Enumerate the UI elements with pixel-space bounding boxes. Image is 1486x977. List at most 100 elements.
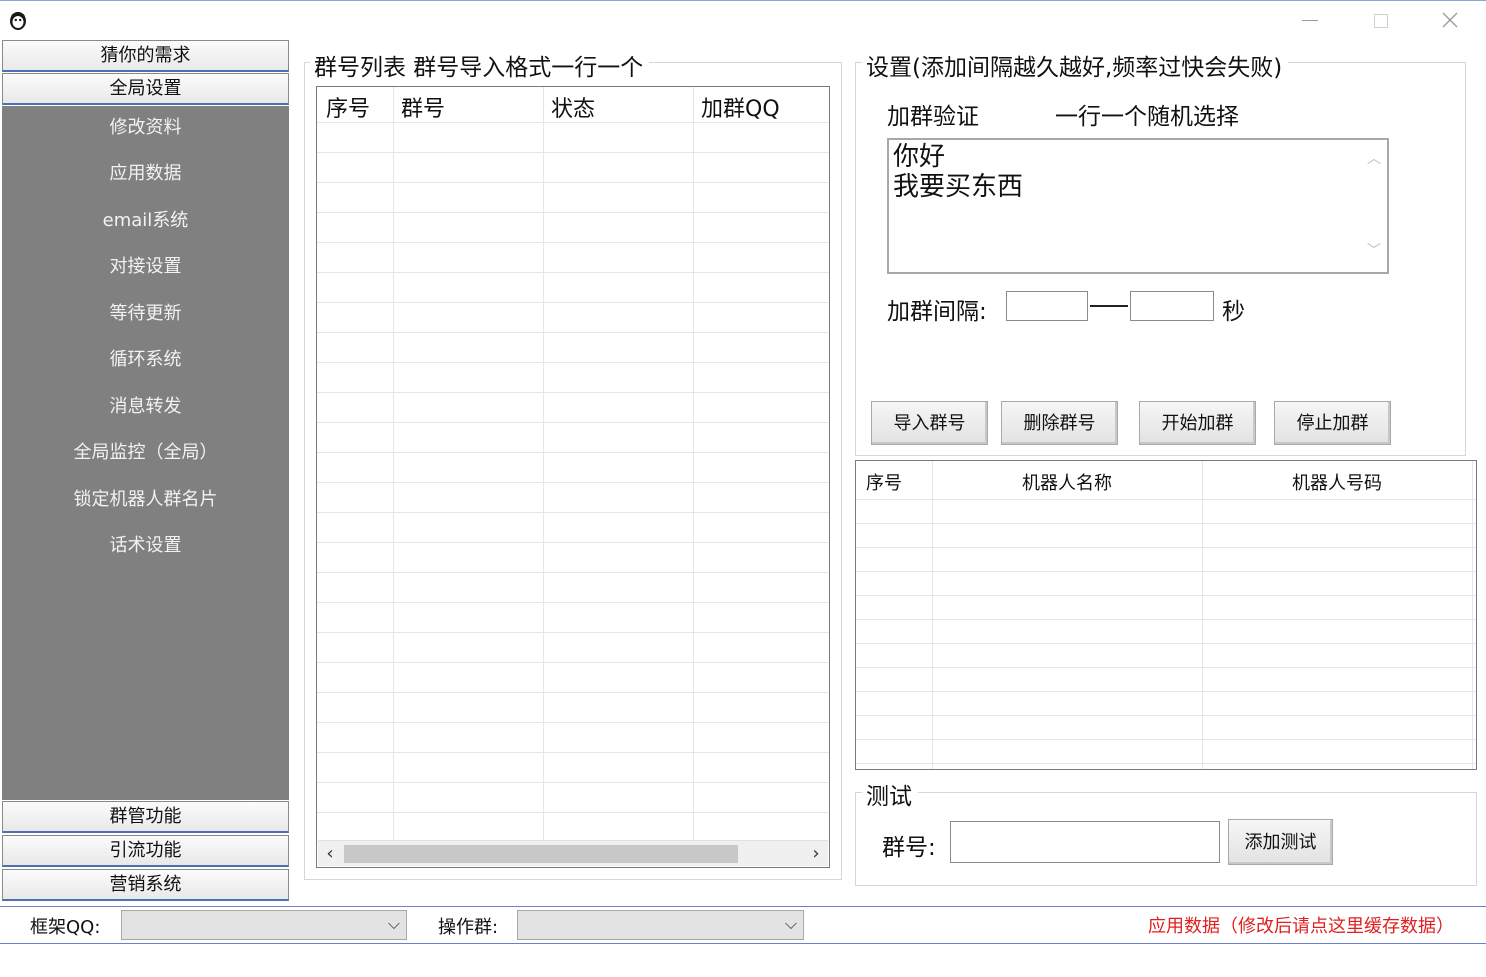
col-header-index[interactable]: 序号 <box>326 91 370 123</box>
grid-row-line <box>317 692 829 693</box>
grid-row-line <box>856 691 1476 692</box>
nav-item-email[interactable]: email系统 <box>2 201 289 241</box>
grid-row-line <box>317 602 829 603</box>
nav-header-global-settings[interactable]: 全局设置 <box>2 73 289 105</box>
close-button[interactable] <box>1430 5 1470 35</box>
horizontal-scrollbar[interactable]: ‹ › <box>318 840 828 866</box>
apply-data-link[interactable]: 应用数据（修改后请点这里缓存数据） <box>1148 912 1454 938</box>
add-test-button[interactable]: 添加测试 <box>1228 819 1333 865</box>
grid-row-line <box>317 662 829 663</box>
op-group-select[interactable]: ⌵ <box>517 910 804 940</box>
interval-min-input[interactable] <box>1006 291 1088 321</box>
nav-item-pending-update[interactable]: 等待更新 <box>2 294 289 334</box>
nav-item-app-data[interactable]: 应用数据 <box>2 154 289 194</box>
grid-row-line <box>317 512 829 513</box>
interval-label: 加群间隔: <box>887 299 987 325</box>
col-header-index[interactable]: 序号 <box>866 469 902 495</box>
grid-row-line <box>317 332 829 333</box>
test-group-input[interactable] <box>950 821 1220 863</box>
interval-max-input[interactable] <box>1130 291 1214 321</box>
col-header-robot-number[interactable]: 机器人号码 <box>1292 469 1382 495</box>
grid-row-line <box>317 182 829 183</box>
title-bar <box>0 0 1486 38</box>
settings-title: 设置(添加间隔越久越好,频率过快会失败) <box>862 48 1289 82</box>
chevron-down-icon: ⌵ <box>387 914 400 933</box>
grid-line <box>932 461 933 769</box>
grid-row-line <box>317 812 829 813</box>
grid-line <box>693 87 694 847</box>
nav-item-integration[interactable]: 对接设置 <box>2 247 289 287</box>
nav-item-scripts[interactable]: 话术设置 <box>2 526 289 566</box>
delete-groups-button[interactable]: 删除群号 <box>1001 401 1118 445</box>
nav-header-group-manage[interactable]: 群管功能 <box>2 801 289 833</box>
grid-line <box>1472 461 1473 769</box>
grid-row-line <box>856 595 1476 596</box>
nav-header-guess[interactable]: 猜你的需求 <box>2 40 289 72</box>
grid-row-line <box>856 547 1476 548</box>
grid-row-line <box>317 452 829 453</box>
grid-line <box>393 87 394 847</box>
grid-row-line <box>317 242 829 243</box>
grid-row-line <box>317 752 829 753</box>
grid-row-line <box>317 272 829 273</box>
frame-qq-select[interactable]: ⌵ <box>121 910 407 940</box>
verify-textarea[interactable]: 你好 我要买东西 ︿ ﹀ <box>887 138 1389 274</box>
interval-dash <box>1090 305 1128 307</box>
nav-item-edit-profile[interactable]: 修改资料 <box>2 108 289 148</box>
col-header-group-no[interactable]: 群号 <box>401 91 445 123</box>
scroll-thumb[interactable] <box>344 845 738 863</box>
chevron-down-icon: ⌵ <box>784 914 797 933</box>
col-header-join-qq[interactable]: 加群QQ <box>701 91 780 123</box>
group-list-grid[interactable]: 序号 群号 状态 加群QQ <box>316 86 830 868</box>
grid-row-line <box>317 122 829 123</box>
start-join-button[interactable]: 开始加群 <box>1139 401 1256 445</box>
grid-line <box>1202 461 1203 769</box>
grid-row-line <box>856 643 1476 644</box>
grid-row-line <box>317 152 829 153</box>
op-group-label: 操作群: <box>438 917 499 938</box>
grid-row-line <box>856 571 1476 572</box>
nav-header-marketing[interactable]: 营销系统 <box>2 869 289 901</box>
grid-row-line <box>317 302 829 303</box>
nav-item-global-monitor[interactable]: 全局监控（全局） <box>2 433 289 473</box>
robot-grid[interactable]: 序号 机器人名称 机器人号码 <box>855 460 1477 770</box>
grid-row-line <box>317 782 829 783</box>
scroll-right-icon[interactable]: › <box>804 841 828 867</box>
test-title: 测试 <box>862 777 918 811</box>
nav-item-lock-card[interactable]: 锁定机器人群名片 <box>2 480 289 520</box>
grid-row-line <box>317 392 829 393</box>
grid-row-line <box>856 499 1476 500</box>
chevron-up-icon[interactable]: ︿ <box>1367 144 1381 174</box>
grid-row-line <box>317 722 829 723</box>
scroll-left-icon[interactable]: ‹ <box>318 841 342 867</box>
close-icon <box>1442 12 1458 28</box>
verify-line: 我要买东西 <box>893 172 1024 202</box>
grid-row-line <box>317 422 829 423</box>
group-list-title: 群号列表 群号导入格式一行一个 <box>310 48 650 82</box>
maximize-button[interactable] <box>1360 5 1400 35</box>
grid-row-line <box>856 667 1476 668</box>
col-header-status[interactable]: 状态 <box>551 91 595 123</box>
nav-panel: 修改资料 应用数据 email系统 对接设置 等待更新 循环系统 消息转发 全局… <box>2 106 289 800</box>
grid-row-line <box>856 739 1476 740</box>
grid-line <box>543 87 544 847</box>
nav-item-forward[interactable]: 消息转发 <box>2 387 289 427</box>
grid-row-line <box>856 715 1476 716</box>
grid-row-line <box>317 542 829 543</box>
grid-row-line <box>317 212 829 213</box>
chevron-down-icon[interactable]: ﹀ <box>1367 236 1381 266</box>
nav-item-loop-system[interactable]: 循环系统 <box>2 340 289 380</box>
interval-unit: 秒 <box>1222 299 1245 325</box>
import-groups-button[interactable]: 导入群号 <box>871 401 988 445</box>
frame-qq-label: 框架QQ: <box>30 917 101 938</box>
nav-header-traffic[interactable]: 引流功能 <box>2 835 289 867</box>
verify-hint: 一行一个随机选择 <box>1055 104 1239 130</box>
stop-join-button[interactable]: 停止加群 <box>1274 401 1391 445</box>
grid-row-line <box>317 572 829 573</box>
verify-label: 加群验证 <box>887 104 979 130</box>
app-logo-icon <box>10 12 26 30</box>
textarea-scrollbar[interactable]: ︿ ﹀ <box>1365 142 1385 270</box>
col-header-robot-name[interactable]: 机器人名称 <box>1022 469 1112 495</box>
minimize-button[interactable] <box>1290 5 1330 35</box>
grid-row-line <box>856 763 1476 764</box>
